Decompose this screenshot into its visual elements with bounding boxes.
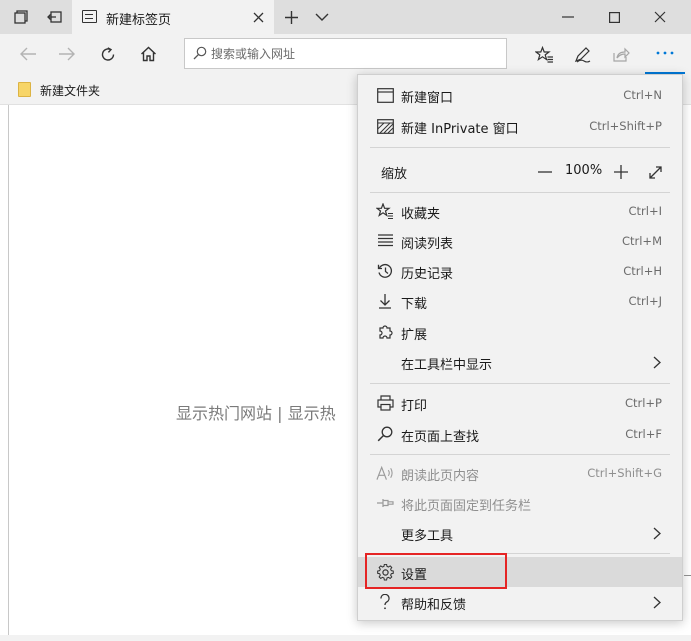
- menu-label: 新建 InPrivate 窗口: [401, 122, 519, 137]
- menu-separator: [370, 454, 670, 455]
- find-search-icon: [376, 426, 394, 442]
- favorites-star-icon[interactable]: [528, 38, 560, 70]
- help-question-icon: [376, 594, 394, 610]
- window-icon: [376, 87, 394, 103]
- menu-settings[interactable]: 设置: [358, 557, 682, 587]
- menu-label: 阅读列表: [401, 237, 454, 252]
- set-tabs-aside-icon[interactable]: [42, 4, 68, 30]
- home-icon[interactable]: [132, 38, 164, 70]
- tab-title: 新建标签页: [106, 13, 172, 28]
- navigation-bar: [0, 34, 691, 74]
- menu-label: 在工具栏中显示: [401, 358, 493, 373]
- back-arrow-icon[interactable]: [12, 38, 44, 70]
- menu-favorites[interactable]: 收藏夹 Ctrl+I: [358, 196, 682, 226]
- menu-shortcut: Ctrl+F: [625, 427, 662, 441]
- favorites-hub-icon: [376, 203, 394, 219]
- inprivate-window-icon: [376, 118, 394, 134]
- menu-extensions[interactable]: 扩展: [358, 317, 682, 347]
- menu-shortcut: Ctrl+M: [621, 234, 662, 248]
- read-aloud-icon: [376, 465, 394, 481]
- minimize-button[interactable]: [545, 0, 591, 34]
- menu-separator: [370, 147, 670, 148]
- extensions-puzzle-icon: [376, 324, 394, 340]
- menu-shortcut: Ctrl+N: [623, 88, 662, 102]
- menu-separator: [370, 192, 670, 193]
- menu-label: 收藏夹: [401, 207, 441, 222]
- more-actions-menu: 新建窗口 Ctrl+N 新建 InPrivate 窗口 Ctrl+Shift+P…: [357, 74, 683, 621]
- fullscreen-expand-icon[interactable]: [643, 160, 667, 184]
- title-bar: 新建标签页: [0, 0, 691, 34]
- refresh-icon[interactable]: [92, 38, 124, 70]
- address-bar[interactable]: [184, 38, 507, 69]
- top-sites-toggle-text[interactable]: 显示热门网站 | 显示热: [176, 400, 336, 424]
- close-window-button[interactable]: [637, 0, 683, 34]
- address-input[interactable]: [211, 43, 501, 65]
- maximize-button[interactable]: [591, 0, 637, 34]
- menu-separator: [370, 553, 670, 554]
- menu-print[interactable]: 打印 Ctrl+P: [358, 388, 682, 418]
- download-arrow-icon: [376, 293, 394, 309]
- menu-label: 打印: [401, 399, 428, 414]
- chevron-right-icon: [650, 525, 664, 541]
- menu-shortcut: Ctrl+P: [624, 396, 662, 410]
- tab-manager-icon[interactable]: [8, 4, 34, 30]
- settings-gear-icon: [376, 563, 394, 580]
- menu-shortcut: Ctrl+J: [628, 294, 663, 308]
- menu-history[interactable]: 历史记录 Ctrl+H: [358, 256, 682, 286]
- menu-read-aloud[interactable]: 朗读此页内容 Ctrl+Shift+G: [358, 458, 682, 488]
- menu-shortcut: Ctrl+H: [623, 264, 662, 278]
- new-tab-plus-icon[interactable]: [278, 4, 304, 30]
- menu-shortcut: Ctrl+Shift+P: [589, 119, 662, 133]
- menu-downloads[interactable]: 下载 Ctrl+J: [358, 286, 682, 316]
- folder-label: 新建文件夹: [40, 84, 101, 98]
- menu-label: 扩展: [401, 328, 428, 343]
- zoom-in-plus-icon[interactable]: [609, 160, 633, 184]
- window-bottom-edge: [0, 635, 691, 641]
- scroll-edge-mark: [684, 575, 691, 576]
- menu-separator: [370, 383, 670, 384]
- menu-zoom: 缩放 100%: [358, 156, 682, 186]
- tab-preview-chevron-down-icon[interactable]: [309, 4, 335, 30]
- folder-icon: [18, 82, 31, 97]
- tab-new-tab[interactable]: 新建标签页: [72, 0, 274, 34]
- menu-more-tools[interactable]: 更多工具: [358, 518, 682, 548]
- zoom-out-minus-icon[interactable]: [533, 160, 557, 184]
- menu-new-inprivate-window[interactable]: 新建 InPrivate 窗口 Ctrl+Shift+P: [358, 111, 682, 141]
- menu-shortcut: Ctrl+I: [628, 204, 663, 218]
- zoom-value: 100%: [565, 163, 603, 178]
- share-icon[interactable]: [605, 38, 637, 70]
- search-icon: [193, 46, 207, 64]
- menu-label: 将此页面固定到任务栏: [401, 499, 532, 514]
- menu-label: 更多工具: [401, 529, 454, 544]
- menu-label: 帮助和反馈: [401, 598, 467, 613]
- zoom-label: 缩放: [381, 167, 408, 182]
- web-note-pen-icon[interactable]: [567, 38, 599, 70]
- close-tab-icon[interactable]: [248, 7, 268, 27]
- menu-pin-to-taskbar[interactable]: 将此页面固定到任务栏: [358, 488, 682, 518]
- menu-label: 新建窗口: [401, 91, 454, 106]
- menu-label: 朗读此页内容: [401, 469, 480, 484]
- menu-label: 设置: [401, 568, 428, 583]
- menu-new-window[interactable]: 新建窗口 Ctrl+N: [358, 80, 682, 110]
- reading-list-icon: [376, 233, 394, 249]
- menu-label: 在页面上查找: [401, 430, 480, 445]
- menu-label: 历史记录: [401, 267, 454, 282]
- menu-reading-list[interactable]: 阅读列表 Ctrl+M: [358, 226, 682, 256]
- menu-shortcut: Ctrl+Shift+G: [587, 466, 662, 480]
- menu-show-in-toolbar[interactable]: 在工具栏中显示: [358, 347, 682, 377]
- history-clock-icon: [376, 263, 394, 279]
- new-tab-page-icon: [82, 10, 97, 23]
- ellipsis-icon: [656, 51, 674, 55]
- menu-find-on-page[interactable]: 在页面上查找 Ctrl+F: [358, 419, 682, 449]
- chevron-right-icon: [650, 354, 664, 370]
- menu-label: 下载: [401, 297, 428, 312]
- more-actions-button[interactable]: [645, 34, 685, 74]
- pin-icon: [376, 495, 394, 511]
- printer-icon: [376, 395, 394, 411]
- chevron-right-icon: [650, 594, 664, 610]
- menu-help-and-feedback[interactable]: 帮助和反馈: [358, 587, 682, 617]
- forward-arrow-icon[interactable]: [51, 38, 83, 70]
